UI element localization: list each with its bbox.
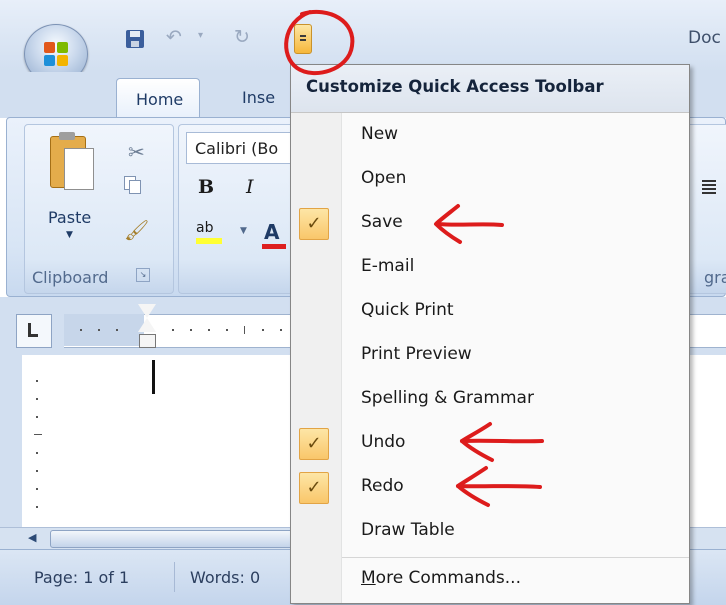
menu-item-label: More Commands... [361, 568, 521, 588]
scrollbar-thumb[interactable] [50, 530, 302, 548]
paste-icon[interactable] [50, 132, 94, 192]
menu-item-open[interactable]: Open [291, 158, 689, 202]
customize-qat-button[interactable] [294, 24, 312, 54]
ruler-tick [208, 329, 210, 331]
ruler-tick [226, 329, 228, 331]
chevron-down-icon[interactable]: ▾ [198, 30, 206, 44]
menu-item-label: Undo [361, 432, 406, 452]
redo-icon[interactable]: ↻ [234, 26, 260, 48]
paragraph-group-label: gra [704, 268, 726, 287]
chevron-down-icon[interactable]: ▼ [240, 226, 247, 236]
menu-item-label: Print Preview [361, 344, 472, 364]
checkmark-icon: ✓ [299, 472, 329, 504]
ruler-tick [34, 434, 42, 435]
tab-selector-button[interactable] [16, 314, 52, 348]
tab-home-label: Home [136, 90, 184, 109]
font-name-combobox[interactable]: Calibri (Bo [186, 132, 296, 164]
chevron-down-icon[interactable]: ▼ [66, 230, 73, 240]
status-divider [174, 562, 175, 592]
ruler-tick [36, 470, 38, 472]
tab-insert[interactable]: Inse [242, 88, 275, 107]
menu-item-label: New [361, 124, 399, 144]
ruler-tick [116, 329, 118, 331]
title-bar [0, 0, 726, 72]
checkmark-icon: ✓ [299, 208, 329, 240]
menu-item-label: Draw Table [361, 520, 455, 540]
save-icon[interactable] [126, 30, 144, 48]
menu-item-save[interactable]: ✓ Save [291, 202, 689, 246]
font-color-icon[interactable]: A [262, 220, 292, 250]
ruler-tick [36, 416, 38, 418]
font-name-value: Calibri (Bo [195, 139, 279, 158]
ruler-tick [80, 329, 82, 331]
dropdown-icon [300, 35, 306, 37]
ruler-tick [36, 452, 38, 454]
menu-item-label: E-mail [361, 256, 415, 276]
copy-icon[interactable] [124, 176, 141, 194]
dialog-launcher-icon[interactable]: ↘ [136, 268, 150, 282]
bold-button[interactable]: B [198, 176, 214, 198]
menu-title: Customize Quick Access Toolbar [306, 77, 604, 96]
undo-icon[interactable]: ↶ [166, 26, 192, 48]
italic-button[interactable]: I [246, 176, 254, 198]
ruler-margin [64, 314, 144, 346]
menu-item-spelling-grammar[interactable]: Spelling & Grammar [291, 378, 689, 422]
justify-icon[interactable] [702, 180, 716, 194]
scroll-left-icon[interactable]: ◀ [28, 531, 36, 544]
menu-item-quick-print[interactable]: Quick Print [291, 290, 689, 334]
window-edge [0, 355, 22, 535]
status-page-count[interactable]: Page: 1 of 1 [34, 568, 129, 587]
format-painter-icon[interactable]: 🖌 [124, 218, 149, 242]
clipboard-group-label: Clipboard [32, 268, 109, 287]
ruler-tick [262, 329, 264, 331]
ruler-tick [280, 329, 282, 331]
menu-item-label: Save [361, 212, 403, 232]
menu-item-new[interactable]: New [291, 114, 689, 158]
ruler-tick [98, 329, 100, 331]
menu-item-redo[interactable]: ✓ Redo [291, 466, 689, 510]
font-color-label: A [264, 220, 280, 244]
ruler-tick [36, 398, 38, 400]
menu-item-label: Open [361, 168, 407, 188]
cut-icon[interactable]: ✂ [128, 140, 145, 164]
menu-item-print-preview[interactable]: Print Preview [291, 334, 689, 378]
indent-marker[interactable] [138, 304, 156, 350]
left-tab-icon [28, 323, 38, 337]
ruler-tick [36, 488, 38, 490]
checkmark-icon: ✓ [299, 428, 329, 460]
menu-item-label: Spelling & Grammar [361, 388, 534, 408]
menu-item-draw-table[interactable]: Draw Table [291, 510, 689, 554]
highlight-icon[interactable]: ab [196, 220, 230, 248]
office-logo-icon [44, 42, 68, 66]
text-cursor [152, 360, 155, 394]
ruler-tick [36, 506, 38, 508]
ruler-tick [190, 329, 192, 331]
menu-item-label: Redo [361, 476, 404, 496]
highlight-label: ab [196, 220, 214, 236]
status-word-count[interactable]: Words: 0 [190, 568, 260, 587]
ruler-tick [172, 329, 174, 331]
menu-separator [342, 557, 689, 558]
menu-item-more-commands[interactable]: More Commands... [291, 558, 689, 602]
menu-item-label: Quick Print [361, 300, 454, 320]
menu-item-e-mail[interactable]: E-mail [291, 246, 689, 290]
menu-item-undo[interactable]: ✓ Undo [291, 422, 689, 466]
ruler-tick [36, 380, 38, 382]
tab-home[interactable]: Home [116, 78, 200, 118]
document-title: Doc [688, 28, 721, 48]
ruler-tick [244, 326, 245, 334]
paste-button[interactable]: Paste [48, 208, 91, 227]
